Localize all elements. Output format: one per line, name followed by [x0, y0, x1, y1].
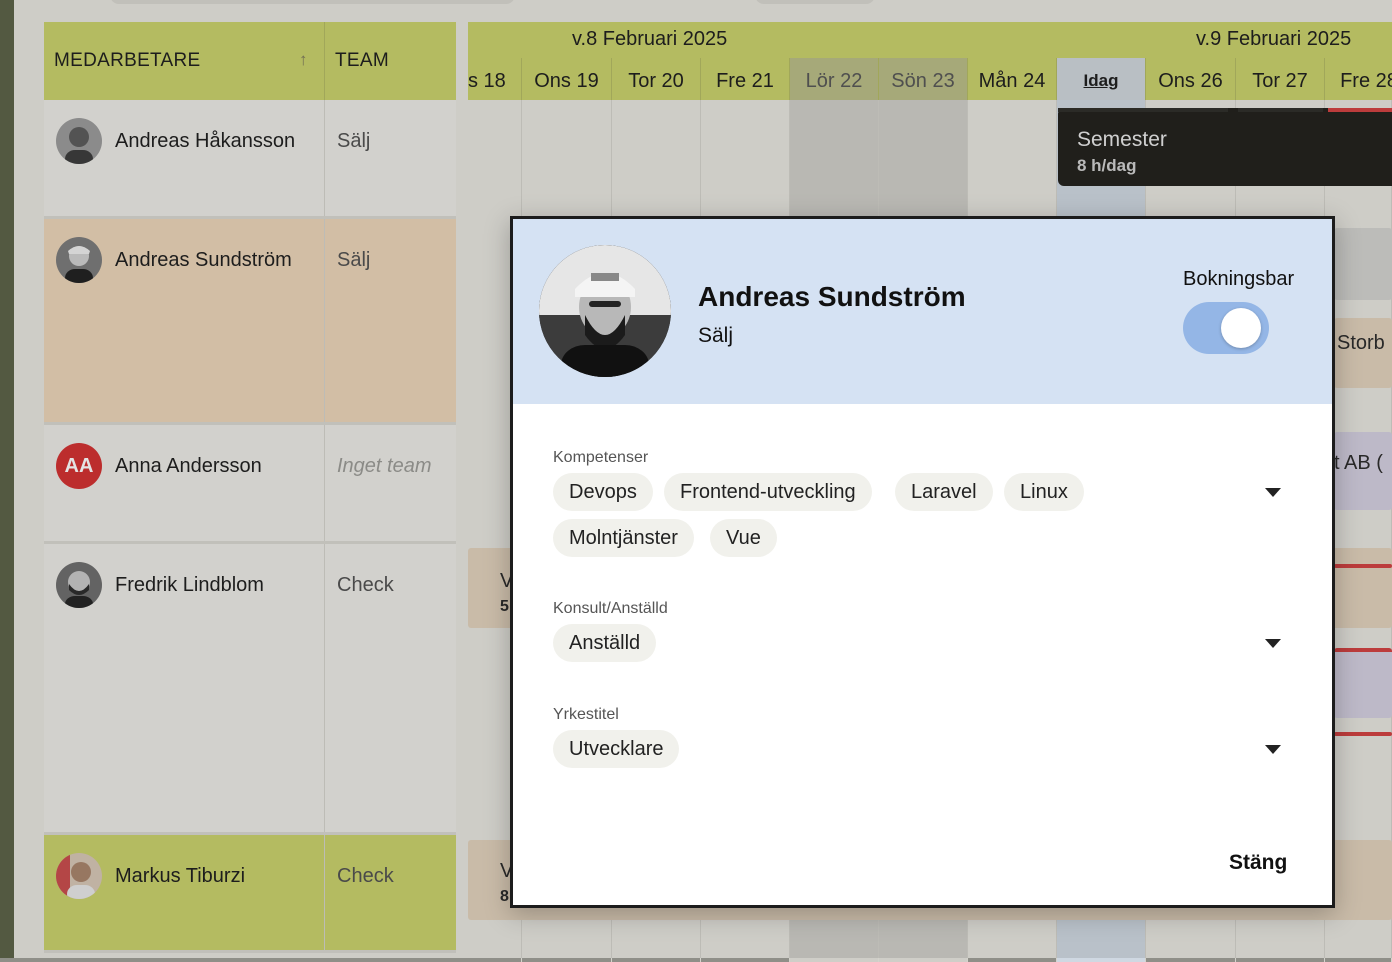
competences-dropdown-icon[interactable]: [1265, 488, 1281, 497]
bookable-toggle[interactable]: [1183, 302, 1269, 354]
competences-label: Kompetenser: [553, 449, 649, 466]
competence-chip[interactable]: Devops: [553, 473, 653, 511]
profile-team: Sälj: [698, 324, 734, 347]
competence-chip[interactable]: Linux: [1004, 473, 1084, 511]
employment-dropdown-icon[interactable]: [1265, 639, 1281, 648]
competence-chip[interactable]: Laravel: [895, 473, 993, 511]
employee-detail-dialog: Andreas Sundström Sälj Bokningsbar Kompe…: [510, 216, 1335, 908]
job-title-dropdown-icon[interactable]: [1265, 745, 1281, 754]
job-title-label: Yrkestitel: [553, 706, 619, 723]
employment-chip[interactable]: Anställd: [553, 624, 657, 662]
job-title-chip[interactable]: Utvecklare: [553, 730, 680, 768]
competence-chip[interactable]: Frontend-utveckling: [664, 473, 872, 511]
toggle-knob: [1221, 308, 1261, 348]
employment-label: Konsult/Anställd: [553, 600, 668, 617]
dialog-header: Andreas Sundström Sälj Bokningsbar: [513, 219, 1332, 404]
profile-avatar: [539, 245, 671, 377]
close-button[interactable]: Stäng: [1229, 851, 1287, 875]
competence-chip[interactable]: Molntjänster: [553, 519, 694, 557]
bookable-label: Bokningsbar: [1183, 268, 1295, 290]
competence-chip[interactable]: Vue: [710, 519, 777, 557]
profile-name: Andreas Sundström: [698, 281, 966, 312]
